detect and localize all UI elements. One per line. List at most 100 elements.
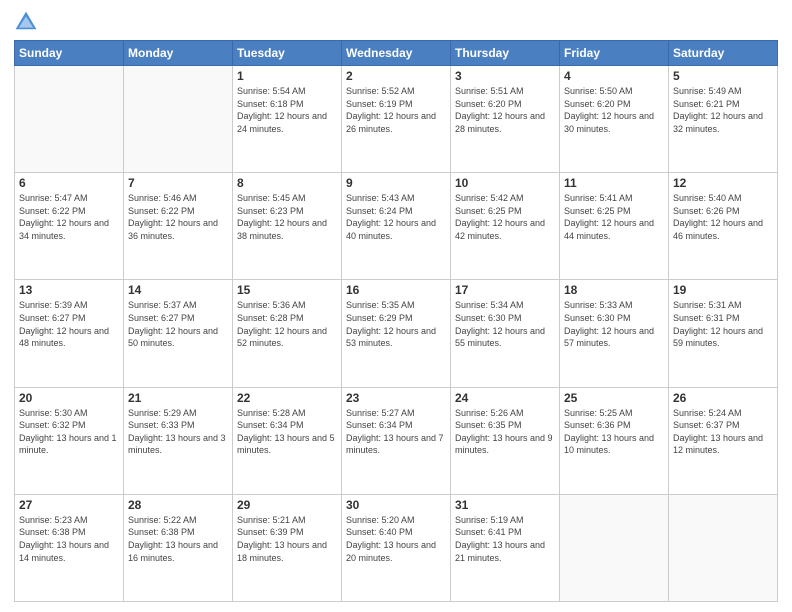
day-info: Sunrise: 5:47 AM Sunset: 6:22 PM Dayligh… <box>19 192 119 242</box>
calendar-cell: 12 Sunrise: 5:40 AM Sunset: 6:26 PM Dayli… <box>669 173 778 280</box>
logo <box>14 10 42 34</box>
day-info: Sunrise: 5:39 AM Sunset: 6:27 PM Dayligh… <box>19 299 119 349</box>
day-number: 18 <box>564 283 664 297</box>
calendar-cell: 18 Sunrise: 5:33 AM Sunset: 6:30 PM Dayli… <box>560 280 669 387</box>
day-number: 1 <box>237 69 337 83</box>
day-number: 21 <box>128 391 228 405</box>
day-info: Sunrise: 5:36 AM Sunset: 6:28 PM Dayligh… <box>237 299 337 349</box>
calendar-cell: 9Sunrise: 5:43 AM Sunset: 6:24 PM Daylig… <box>342 173 451 280</box>
calendar-cell: 7 Sunrise: 5:46 AM Sunset: 6:22 PM Daylig… <box>124 173 233 280</box>
calendar-body: 1 Sunrise: 5:54 AM Sunset: 6:18 PM Daylig… <box>15 66 778 602</box>
day-number: 11 <box>564 176 664 190</box>
day-info: Sunrise: 5:28 AM Sunset: 6:34 PM Dayligh… <box>237 407 337 457</box>
day-number: 26 <box>673 391 773 405</box>
day-number: 3 <box>455 69 555 83</box>
calendar-cell: 19Sunrise: 5:31 AM Sunset: 6:31 PM Dayli… <box>669 280 778 387</box>
day-number: 16 <box>346 283 446 297</box>
day-info: Sunrise: 5:25 AM Sunset: 6:36 PM Dayligh… <box>564 407 664 457</box>
week-row: 6 Sunrise: 5:47 AM Sunset: 6:22 PM Daylig… <box>15 173 778 280</box>
day-info: Sunrise: 5:26 AM Sunset: 6:35 PM Dayligh… <box>455 407 555 457</box>
calendar: SundayMondayTuesdayWednesdayThursdayFrid… <box>14 40 778 602</box>
day-number: 24 <box>455 391 555 405</box>
day-of-week-header: Saturday <box>669 41 778 66</box>
day-number: 29 <box>237 498 337 512</box>
calendar-cell: 10 Sunrise: 5:42 AM Sunset: 6:25 PM Dayli… <box>451 173 560 280</box>
page: SundayMondayTuesdayWednesdayThursdayFrid… <box>0 0 792 612</box>
day-info: Sunrise: 5:27 AM Sunset: 6:34 PM Dayligh… <box>346 407 446 457</box>
day-info: Sunrise: 5:51 AM Sunset: 6:20 PM Dayligh… <box>455 85 555 135</box>
day-number: 19 <box>673 283 773 297</box>
day-number: 10 <box>455 176 555 190</box>
day-number: 15 <box>237 283 337 297</box>
day-number: 25 <box>564 391 664 405</box>
calendar-cell: 1 Sunrise: 5:54 AM Sunset: 6:18 PM Daylig… <box>233 66 342 173</box>
calendar-cell: 22 Sunrise: 5:28 AM Sunset: 6:34 PM Dayli… <box>233 387 342 494</box>
day-info: Sunrise: 5:24 AM Sunset: 6:37 PM Dayligh… <box>673 407 773 457</box>
calendar-cell: 24 Sunrise: 5:26 AM Sunset: 6:35 PM Dayli… <box>451 387 560 494</box>
day-info: Sunrise: 5:46 AM Sunset: 6:22 PM Dayligh… <box>128 192 228 242</box>
day-number: 13 <box>19 283 119 297</box>
calendar-cell: 17 Sunrise: 5:34 AM Sunset: 6:30 PM Dayli… <box>451 280 560 387</box>
calendar-cell: 30Sunrise: 5:20 AM Sunset: 6:40 PM Dayli… <box>342 494 451 601</box>
week-row: 27Sunrise: 5:23 AM Sunset: 6:38 PM Dayli… <box>15 494 778 601</box>
day-number: 7 <box>128 176 228 190</box>
day-info: Sunrise: 5:34 AM Sunset: 6:30 PM Dayligh… <box>455 299 555 349</box>
day-info: Sunrise: 5:45 AM Sunset: 6:23 PM Dayligh… <box>237 192 337 242</box>
calendar-cell: 5Sunrise: 5:49 AM Sunset: 6:21 PM Daylig… <box>669 66 778 173</box>
day-number: 9 <box>346 176 446 190</box>
calendar-cell: 11 Sunrise: 5:41 AM Sunset: 6:25 PM Dayli… <box>560 173 669 280</box>
day-info: Sunrise: 5:54 AM Sunset: 6:18 PM Dayligh… <box>237 85 337 135</box>
days-of-week-row: SundayMondayTuesdayWednesdayThursdayFrid… <box>15 41 778 66</box>
calendar-cell: 21 Sunrise: 5:29 AM Sunset: 6:33 PM Dayli… <box>124 387 233 494</box>
day-info: Sunrise: 5:35 AM Sunset: 6:29 PM Dayligh… <box>346 299 446 349</box>
calendar-cell: 25 Sunrise: 5:25 AM Sunset: 6:36 PM Dayli… <box>560 387 669 494</box>
header <box>14 10 778 34</box>
day-info: Sunrise: 5:19 AM Sunset: 6:41 PM Dayligh… <box>455 514 555 564</box>
day-of-week-header: Thursday <box>451 41 560 66</box>
day-number: 6 <box>19 176 119 190</box>
day-info: Sunrise: 5:30 AM Sunset: 6:32 PM Dayligh… <box>19 407 119 457</box>
calendar-cell: 31Sunrise: 5:19 AM Sunset: 6:41 PM Dayli… <box>451 494 560 601</box>
day-number: 17 <box>455 283 555 297</box>
logo-icon <box>14 10 38 34</box>
day-of-week-header: Tuesday <box>233 41 342 66</box>
calendar-cell: 29 Sunrise: 5:21 AM Sunset: 6:39 PM Dayli… <box>233 494 342 601</box>
calendar-cell: 14 Sunrise: 5:37 AM Sunset: 6:27 PM Dayli… <box>124 280 233 387</box>
calendar-header: SundayMondayTuesdayWednesdayThursdayFrid… <box>15 41 778 66</box>
calendar-cell: 26 Sunrise: 5:24 AM Sunset: 6:37 PM Dayli… <box>669 387 778 494</box>
week-row: 20 Sunrise: 5:30 AM Sunset: 6:32 PM Dayli… <box>15 387 778 494</box>
day-number: 30 <box>346 498 446 512</box>
day-info: Sunrise: 5:33 AM Sunset: 6:30 PM Dayligh… <box>564 299 664 349</box>
day-number: 8 <box>237 176 337 190</box>
day-number: 22 <box>237 391 337 405</box>
day-of-week-header: Friday <box>560 41 669 66</box>
calendar-cell: 15 Sunrise: 5:36 AM Sunset: 6:28 PM Dayli… <box>233 280 342 387</box>
day-number: 23 <box>346 391 446 405</box>
day-of-week-header: Monday <box>124 41 233 66</box>
day-info: Sunrise: 5:52 AM Sunset: 6:19 PM Dayligh… <box>346 85 446 135</box>
calendar-cell: 6 Sunrise: 5:47 AM Sunset: 6:22 PM Daylig… <box>15 173 124 280</box>
day-number: 20 <box>19 391 119 405</box>
calendar-cell: 13 Sunrise: 5:39 AM Sunset: 6:27 PM Dayli… <box>15 280 124 387</box>
day-info: Sunrise: 5:37 AM Sunset: 6:27 PM Dayligh… <box>128 299 228 349</box>
day-info: Sunrise: 5:21 AM Sunset: 6:39 PM Dayligh… <box>237 514 337 564</box>
calendar-cell <box>669 494 778 601</box>
day-info: Sunrise: 5:41 AM Sunset: 6:25 PM Dayligh… <box>564 192 664 242</box>
calendar-cell: 8 Sunrise: 5:45 AM Sunset: 6:23 PM Daylig… <box>233 173 342 280</box>
calendar-cell <box>15 66 124 173</box>
day-number: 2 <box>346 69 446 83</box>
day-info: Sunrise: 5:29 AM Sunset: 6:33 PM Dayligh… <box>128 407 228 457</box>
day-number: 28 <box>128 498 228 512</box>
calendar-cell: 20 Sunrise: 5:30 AM Sunset: 6:32 PM Dayli… <box>15 387 124 494</box>
calendar-cell <box>124 66 233 173</box>
day-number: 14 <box>128 283 228 297</box>
day-number: 12 <box>673 176 773 190</box>
calendar-cell: 16 Sunrise: 5:35 AM Sunset: 6:29 PM Dayli… <box>342 280 451 387</box>
calendar-cell: 27Sunrise: 5:23 AM Sunset: 6:38 PM Dayli… <box>15 494 124 601</box>
day-info: Sunrise: 5:40 AM Sunset: 6:26 PM Dayligh… <box>673 192 773 242</box>
day-info: Sunrise: 5:50 AM Sunset: 6:20 PM Dayligh… <box>564 85 664 135</box>
day-info: Sunrise: 5:42 AM Sunset: 6:25 PM Dayligh… <box>455 192 555 242</box>
week-row: 1 Sunrise: 5:54 AM Sunset: 6:18 PM Daylig… <box>15 66 778 173</box>
calendar-cell: 4Sunrise: 5:50 AM Sunset: 6:20 PM Daylig… <box>560 66 669 173</box>
day-info: Sunrise: 5:49 AM Sunset: 6:21 PM Dayligh… <box>673 85 773 135</box>
